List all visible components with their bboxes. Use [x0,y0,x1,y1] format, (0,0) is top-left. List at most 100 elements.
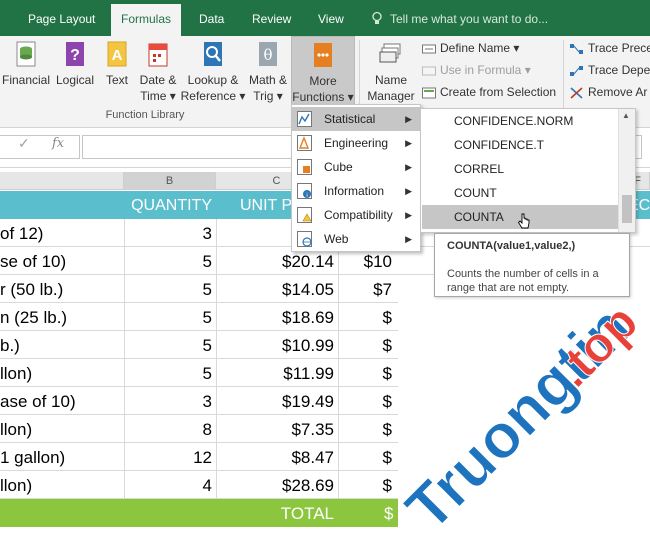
quantity-cell[interactable]: 5 [124,331,212,359]
unit-price-cell[interactable]: $14.05 [216,275,334,303]
check-icon[interactable]: ✓ [18,135,30,152]
create-from-selection-label: Create from Selection [440,85,557,99]
tell-me-search[interactable]: Tell me what you want to do... [390,0,548,38]
function-item[interactable]: COUNT [422,181,618,205]
logical-icon: ? [66,42,84,66]
quantity-cell[interactable]: 3 [124,387,212,415]
quantity-cell[interactable]: 8 [124,415,212,443]
menu-item-statistical[interactable]: Statistical ▶ [292,107,420,131]
trace-precedents-button[interactable]: Trace Prece [570,38,650,58]
engineering-icon [297,135,312,151]
use-in-formula-label: Use in Formula ▾ [440,63,531,77]
quantity-cell[interactable]: 4 [124,471,212,499]
menu-item-label: Web [324,232,349,246]
item-cell[interactable]: ase of 10) [0,387,120,415]
item-cell[interactable]: r (50 lb.) [0,275,120,303]
insert-function-icon[interactable]: fx [52,136,64,151]
cube-icon [297,159,312,175]
use-in-formula-button[interactable]: Use in Formula ▾ [422,60,531,80]
tab-data[interactable]: Data [199,0,224,36]
more-functions-button[interactable]: More Functions ▾ [291,36,355,108]
name-manager-button[interactable]: Name Manager [364,36,418,108]
menu-item-web[interactable]: Web ▶ [292,227,420,251]
date-time-icon [148,43,168,67]
column-header-b[interactable]: B [124,172,216,190]
scrollbar-thumb[interactable] [622,195,632,223]
trace-dependents-button[interactable]: Trace Depe [570,60,650,80]
submenu-arrow-icon: ▶ [405,162,412,172]
item-cell[interactable]: 1 gallon) [0,443,120,471]
information-icon: i [297,183,312,199]
tooltip-title: COUNTA(value1,value2,) [447,240,576,252]
unit-price-cell[interactable]: $10.99 [216,331,334,359]
text-button[interactable]: A Text [98,36,136,108]
remove-arrows-label: Remove Ar [588,85,648,99]
unit-price-cell[interactable]: $18.69 [216,303,334,331]
logical-button[interactable]: ? Logical [52,36,98,108]
menu-item-compatibility[interactable]: Compatibility ▶ [292,203,420,227]
menu-item-information[interactable]: i Information ▶ [292,179,420,203]
define-name-icon [422,44,436,54]
tab-page-layout[interactable]: Page Layout [28,0,95,36]
quantity-cell[interactable]: 12 [124,443,212,471]
quantity-cell[interactable]: 3 [124,219,212,247]
scroll-up-icon[interactable]: ▲ [622,111,630,120]
menu-item-cube[interactable]: Cube ▶ [292,155,420,179]
more-functions-icon [314,43,332,67]
trace-precedents-label: Trace Prece [588,41,650,55]
create-from-selection-button[interactable]: Create from Selection [422,82,556,102]
name-manager-label: Name Manager [367,73,415,103]
submenu-arrow-icon: ▶ [405,234,412,244]
item-cell[interactable]: b.) [0,331,120,359]
unit-price-cell[interactable]: $11.99 [216,359,334,387]
item-cell[interactable]: se of 10) [0,247,120,275]
item-cell[interactable]: of 12) [0,219,120,247]
unit-price-header: UNIT P [240,197,293,214]
financial-button[interactable]: Financial [0,36,52,108]
quantity-cell[interactable]: 5 [124,359,212,387]
remove-arrows-button[interactable]: Remove Ar [570,82,647,102]
tab-view[interactable]: View [318,0,344,36]
svg-text:?: ? [70,47,80,64]
unit-price-cell[interactable]: $28.69 [216,471,334,499]
menu-item-label: Statistical [324,112,376,126]
web-icon [297,231,312,247]
function-item[interactable]: CORREL [422,157,618,181]
math-icon: θ [259,42,277,66]
function-item[interactable]: CONFIDENCE.NORM [422,109,618,133]
function-library-group-label: Function Library [105,109,185,121]
lookup-reference-label: Lookup & Reference ▾ [180,73,246,103]
more-functions-menu: Statistical ▶ Engineering ▶ Cube ▶ i Inf… [291,104,421,252]
math-trig-label: Math & Trig ▾ [248,73,287,103]
date-time-label: Date & Time ▾ [139,73,177,103]
submenu-arrow-icon: ▶ [405,138,412,148]
item-cell[interactable]: llon) [0,415,120,443]
unit-price-cell[interactable]: $8.47 [216,443,334,471]
function-item[interactable]: CONFIDENCE.T [422,133,618,157]
tab-formulas[interactable]: Formulas [111,4,182,36]
name-manager-icon [379,43,401,63]
lightbulb-icon [372,11,382,24]
date-time-button[interactable]: Date & Time ▾ [136,36,180,108]
menu-item-engineering[interactable]: Engineering ▶ [292,131,420,155]
quantity-header: QUANTITY [131,197,212,214]
submenu-scrollbar[interactable]: ▲ [618,109,635,232]
quantity-cell[interactable]: 5 [124,303,212,331]
quantity-cell[interactable]: 5 [124,275,212,303]
use-in-formula-icon [422,66,436,76]
formula-bar-buttons [0,135,80,159]
item-cell[interactable]: llon) [0,359,120,387]
define-name-button[interactable]: Define Name ▾ [422,38,519,58]
submenu-arrow-icon: ▶ [405,114,412,124]
unit-price-cell[interactable]: $7.35 [216,415,334,443]
item-cell[interactable]: llon) [0,471,120,499]
quantity-cell[interactable]: 5 [124,247,212,275]
column-header-a[interactable] [0,172,124,190]
item-cell[interactable]: n (25 lb.) [0,303,120,331]
unit-price-cell[interactable]: $19.49 [216,387,334,415]
math-trig-button[interactable]: θ Math & Trig ▾ [246,36,290,108]
define-name-label: Define Name ▾ [440,41,520,55]
tab-review[interactable]: Review [252,0,291,36]
lookup-reference-button[interactable]: Lookup & Reference ▾ [180,36,246,108]
financial-icon [16,41,36,67]
